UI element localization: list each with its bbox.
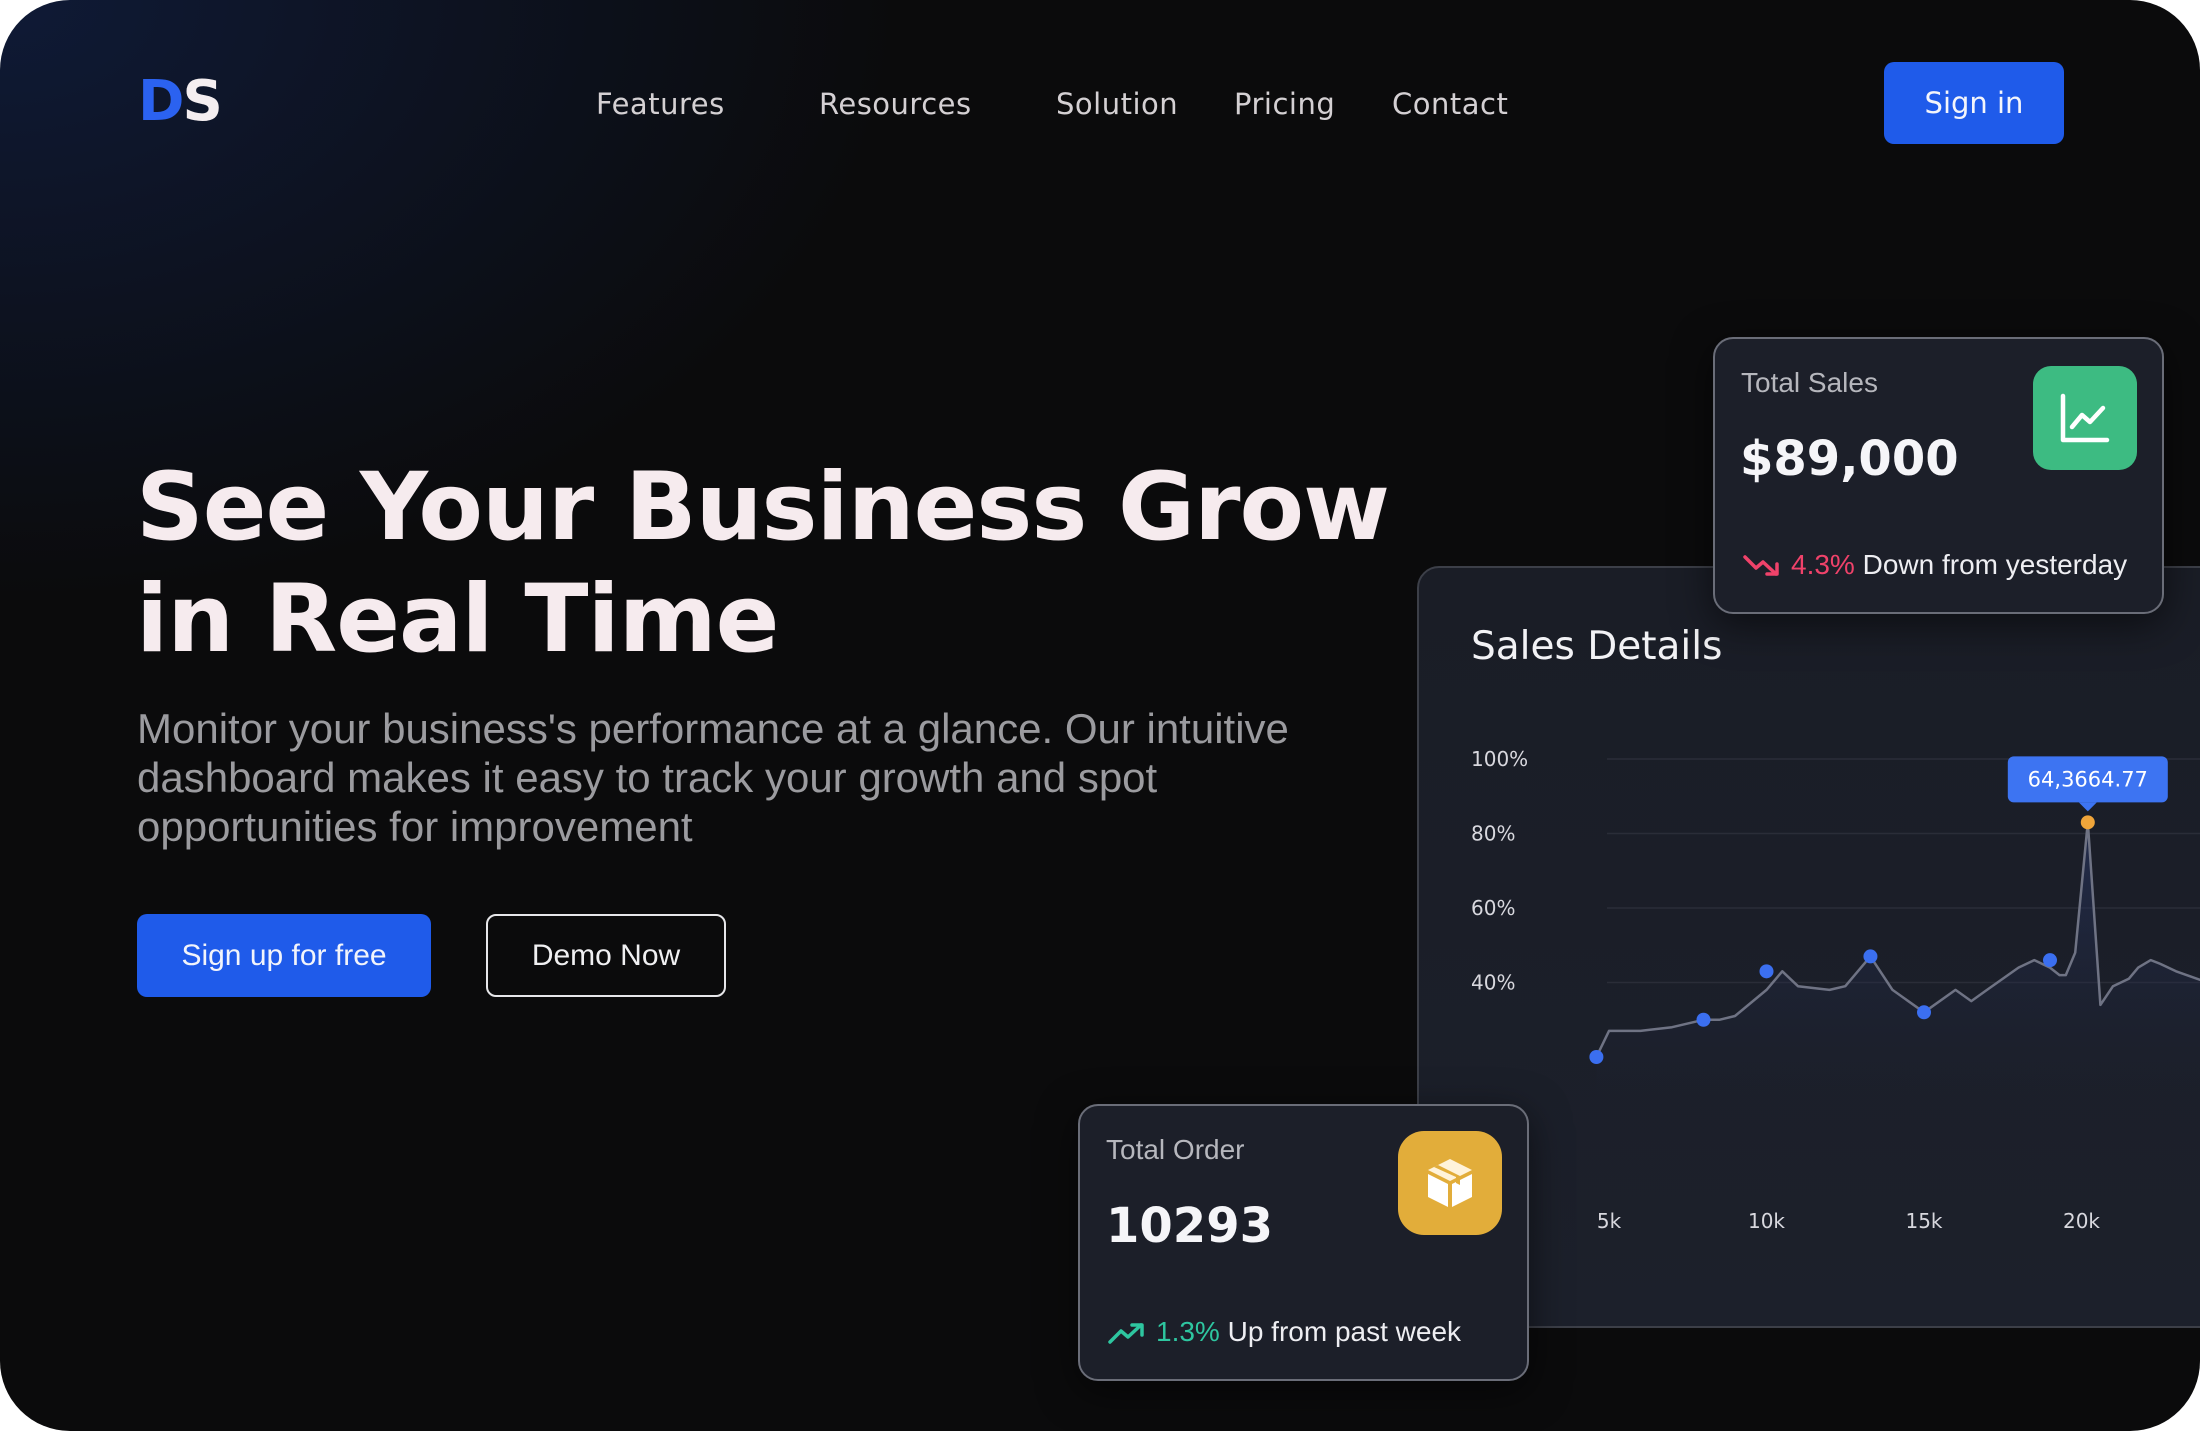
trend-up-icon <box>1108 1323 1144 1344</box>
hero-title-line2: in Real Time <box>136 565 779 674</box>
series-area <box>1596 822 2200 1097</box>
logo-letter-s: S <box>182 69 222 134</box>
x-tick-label: 10k <box>1748 1209 1785 1233</box>
data-point[interactable] <box>2043 953 2057 968</box>
data-point[interactable] <box>1589 1050 1604 1064</box>
total-order-change: 1.3% Up from past week <box>1108 1316 1461 1348</box>
line-chart-icon <box>2033 366 2137 470</box>
total-sales-value: $89,000 <box>1740 431 1959 487</box>
hero-title: See Your Business Grow in Real Time <box>136 452 1436 676</box>
logo-letter-d: D <box>138 69 185 134</box>
chart-tooltip: 64,3664.77 <box>2007 756 2168 812</box>
hero-subtitle: Monitor your business's performance at a… <box>137 704 1337 851</box>
nav-contact[interactable]: Contact <box>1392 86 1508 122</box>
highlight-point[interactable] <box>2080 815 2095 830</box>
hero-subtitle-line3: opportunities for improvement <box>137 803 693 850</box>
data-point[interactable] <box>1863 949 1878 964</box>
x-tick-label: 5k <box>1597 1209 1622 1233</box>
total-sales-card[interactable]: Total Sales $89,000 4.3% Down from yeste… <box>1713 337 2164 614</box>
nav-resources[interactable]: Resources <box>819 86 972 122</box>
page-frame: DS Features Resources Solution Pricing C… <box>0 0 2200 1431</box>
data-point[interactable] <box>1759 964 1774 979</box>
x-tick-label: 15k <box>1905 1209 1942 1233</box>
tooltip-value: 64,3664.77 <box>2028 767 2148 791</box>
nav-features[interactable]: Features <box>596 86 725 122</box>
y-tick-label: 100% <box>1471 747 1528 771</box>
sign-in-button[interactable]: Sign in <box>1884 62 2064 144</box>
sign-up-button[interactable]: Sign up for free <box>137 914 431 997</box>
nav-pricing[interactable]: Pricing <box>1234 86 1335 122</box>
total-order-card[interactable]: Total Order 10293 1.3% Up from past week <box>1078 1104 1529 1381</box>
box-icon <box>1398 1131 1502 1235</box>
y-tick-label: 60% <box>1471 896 1515 920</box>
y-tick-label: 80% <box>1471 822 1515 846</box>
total-sales-change: 4.3% Down from yesterday <box>1743 549 2127 581</box>
logo[interactable]: DS <box>138 69 223 134</box>
total-order-change-text: Up from past week <box>1227 1316 1462 1347</box>
total-order-label: Total Order <box>1106 1134 1245 1165</box>
trend-down-icon <box>1743 555 1779 576</box>
data-point[interactable] <box>1696 1012 1711 1027</box>
sales-line-chart: 100%80%60%40% 5k10k15k20k25k 64,3664.77 <box>1471 747 2200 1233</box>
total-sales-change-text: Down from yesterday <box>1862 549 2128 580</box>
hero-subtitle-line2: dashboard makes it easy to track your gr… <box>137 754 1158 801</box>
data-point[interactable] <box>1917 1005 1931 1020</box>
total-sales-label: Total Sales <box>1741 367 1878 398</box>
x-tick-label: 20k <box>2063 1209 2100 1233</box>
y-tick-label: 40% <box>1471 971 1515 995</box>
hero-subtitle-line1: Monitor your business's performance at a… <box>137 705 1289 752</box>
total-order-change-pct: 1.3% <box>1156 1316 1220 1347</box>
demo-now-button[interactable]: Demo Now <box>486 914 726 997</box>
nav-solution[interactable]: Solution <box>1056 86 1178 122</box>
hero-title-line1: See Your Business Grow <box>136 453 1390 562</box>
total-sales-change-pct: 4.3% <box>1791 549 1855 580</box>
total-order-value: 10293 <box>1106 1198 1273 1254</box>
